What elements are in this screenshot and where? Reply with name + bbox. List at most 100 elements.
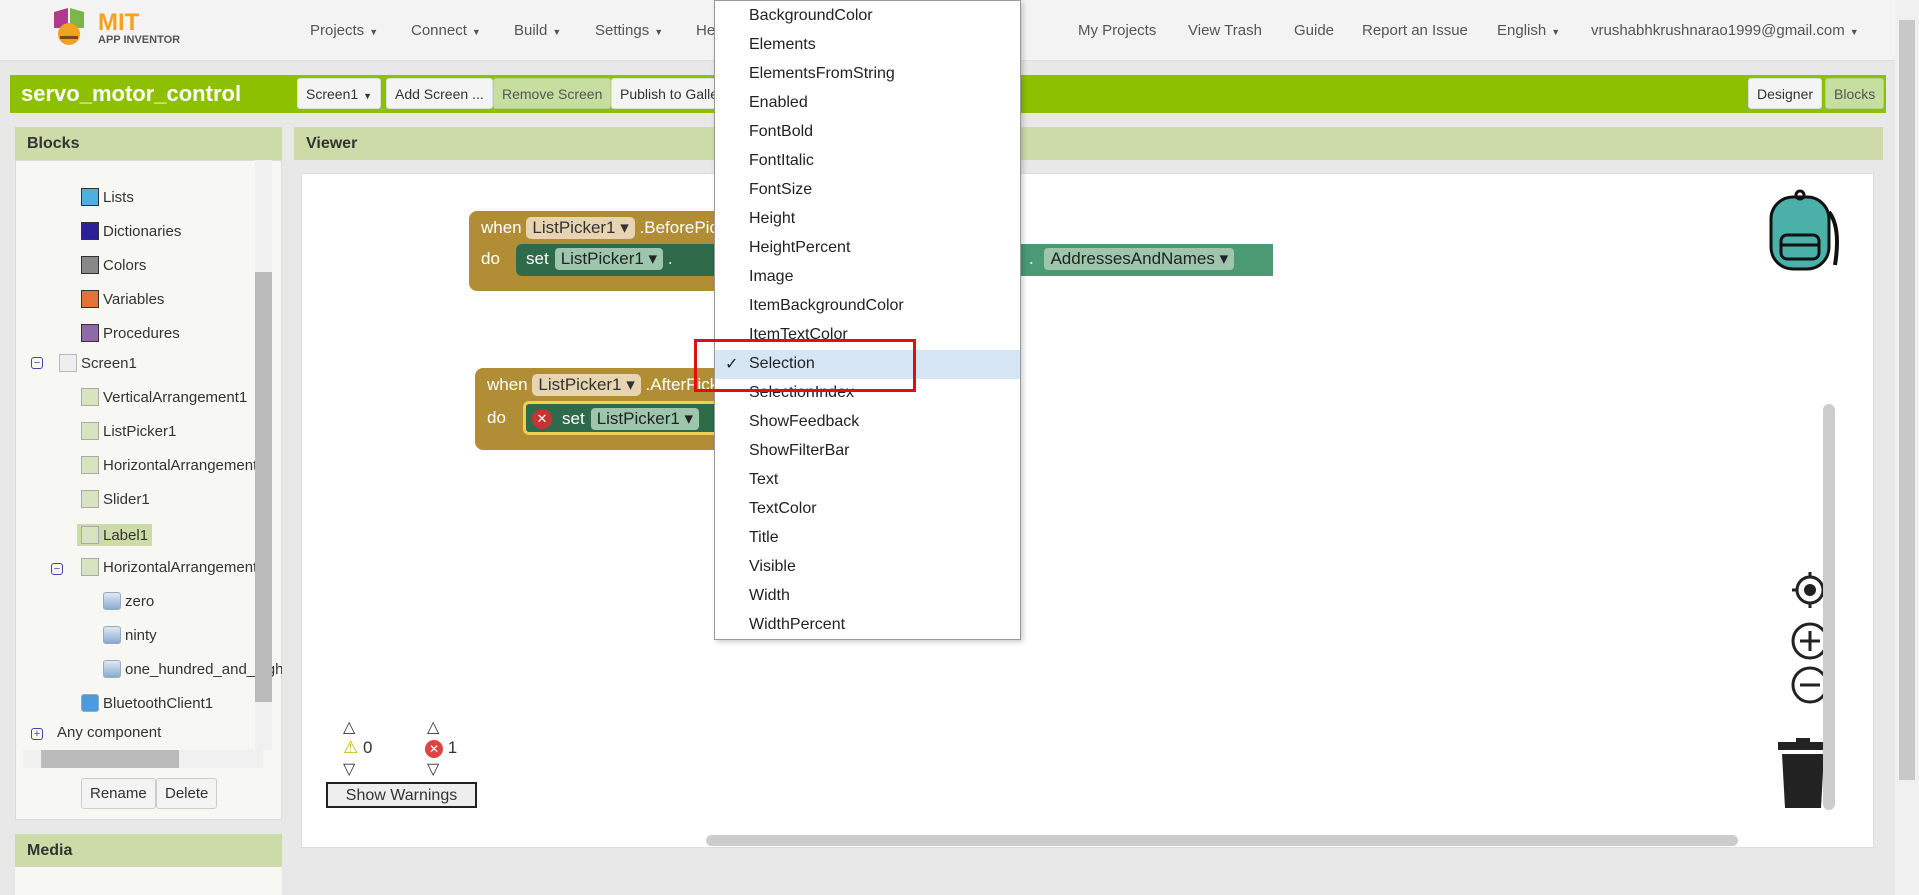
builtin-lists[interactable]: Lists bbox=[81, 188, 134, 206]
add-screen-button[interactable]: Add Screen ... bbox=[386, 78, 493, 109]
error-prev-arrow[interactable]: △ bbox=[427, 717, 439, 737]
screen-select[interactable]: Screen1 ▼ bbox=[297, 78, 382, 109]
property-dropdown-menu: BackgroundColor Elements ElementsFromStrin… bbox=[714, 0, 1021, 640]
dropdown-item-elementsfromstring[interactable]: ElementsFromString bbox=[715, 60, 1020, 89]
tree-horizontal-arrangement2[interactable]: HorizontalArrangement2 bbox=[81, 558, 266, 576]
drawer-color-icon bbox=[81, 188, 99, 206]
trash-icon[interactable] bbox=[1776, 738, 1830, 810]
tree-horizontal-scrollbar[interactable] bbox=[23, 750, 263, 768]
component-icon bbox=[81, 388, 99, 406]
dropdown-item-heightpercent[interactable]: HeightPercent bbox=[715, 234, 1020, 263]
set-property-block-error[interactable]: ✕ set ListPicker1 ▾ bbox=[523, 401, 723, 435]
dropdown-item-showfilterbar[interactable]: ShowFilterBar bbox=[715, 437, 1020, 466]
builtin-dictionaries[interactable]: Dictionaries bbox=[81, 222, 181, 240]
menu-language[interactable]: English ▼ bbox=[1497, 22, 1560, 39]
dropdown-item-backgroundcolor[interactable]: BackgroundColor bbox=[715, 2, 1020, 31]
drawer-color-icon bbox=[81, 290, 99, 308]
link-view-trash[interactable]: View Trash bbox=[1188, 22, 1262, 39]
dropdown-item-showfeedback[interactable]: ShowFeedback bbox=[715, 408, 1020, 437]
tree-component[interactable]: Slider1 bbox=[81, 490, 150, 508]
error-count: ✕ 1 bbox=[425, 738, 457, 758]
error-next-arrow[interactable]: ▽ bbox=[427, 759, 439, 779]
tree-bluetooth-client[interactable]: BluetoothClient1 bbox=[81, 694, 213, 712]
menu-projects[interactable]: Projects ▼ bbox=[310, 22, 378, 39]
tree-button[interactable]: zero bbox=[103, 592, 154, 610]
component-icon bbox=[81, 422, 99, 440]
delete-button[interactable]: Delete bbox=[156, 778, 218, 809]
workspace-vertical-scrollbar[interactable] bbox=[1823, 404, 1835, 810]
designer-button[interactable]: Designer bbox=[1748, 78, 1823, 109]
dropdown-item-height[interactable]: Height bbox=[715, 205, 1020, 234]
link-report-issue[interactable]: Report an Issue bbox=[1362, 22, 1468, 39]
blocks-button[interactable]: Blocks bbox=[1825, 78, 1885, 109]
dropdown-item-text[interactable]: Text bbox=[715, 466, 1020, 495]
set-property-block[interactable]: set ListPicker1 ▾ . bbox=[516, 244, 736, 276]
viewer-title: Viewer bbox=[294, 127, 1883, 160]
rename-button[interactable]: Rename bbox=[81, 778, 156, 809]
dropdown-item-fontitalic[interactable]: FontItalic bbox=[715, 147, 1020, 176]
bluetooth-icon bbox=[81, 694, 99, 712]
dropdown-item-width[interactable]: Width bbox=[715, 582, 1020, 611]
component-icon bbox=[81, 526, 99, 544]
error-icon: ✕ bbox=[532, 409, 552, 429]
backpack-icon[interactable] bbox=[1763, 187, 1843, 273]
dropdown-item-visible[interactable]: Visible bbox=[715, 553, 1020, 582]
warning-icon: ⚠ bbox=[343, 738, 359, 757]
menu-build[interactable]: Build ▼ bbox=[514, 22, 561, 39]
warning-prev-arrow[interactable]: △ bbox=[343, 717, 355, 737]
remove-screen-button[interactable]: Remove Screen bbox=[493, 78, 612, 109]
show-warnings-button[interactable]: Show Warnings bbox=[326, 782, 477, 808]
tree-vertical-scrollbar[interactable] bbox=[255, 160, 272, 750]
button-icon bbox=[103, 660, 121, 678]
expand-icon[interactable]: + bbox=[31, 728, 43, 740]
bluetooth-getter-block[interactable]: . AddressesAndNames ▾ bbox=[1021, 244, 1273, 276]
tree-component[interactable]: VerticalArrangement1 bbox=[81, 388, 247, 406]
tree-button[interactable]: ninty bbox=[103, 626, 157, 644]
collapse-icon[interactable]: − bbox=[51, 563, 63, 575]
warning-next-arrow[interactable]: ▽ bbox=[343, 759, 355, 779]
dropdown-item-enabled[interactable]: Enabled bbox=[715, 89, 1020, 118]
project-title: servo_motor_control bbox=[21, 81, 242, 106]
component-dropdown[interactable]: ListPicker1 ▾ bbox=[532, 374, 641, 396]
page-scrollbar[interactable] bbox=[1895, 0, 1919, 895]
builtin-variables[interactable]: Variables bbox=[81, 290, 164, 308]
link-guide[interactable]: Guide bbox=[1294, 22, 1334, 39]
error-icon: ✕ bbox=[425, 740, 443, 758]
tree-component[interactable]: ListPicker1 bbox=[81, 422, 176, 440]
highlight-annotation-box bbox=[694, 339, 916, 392]
tree-any-component[interactable]: Any component bbox=[57, 724, 161, 741]
blocks-panel-title: Blocks bbox=[15, 127, 282, 160]
mit-logo[interactable]: MIT APP INVENTOR bbox=[46, 6, 180, 52]
builtin-colors[interactable]: Colors bbox=[81, 256, 146, 274]
dropdown-item-fontbold[interactable]: FontBold bbox=[715, 118, 1020, 147]
dropdown-item-elements[interactable]: Elements bbox=[715, 31, 1020, 60]
bee-logo-icon bbox=[54, 8, 84, 45]
component-dropdown[interactable]: ListPicker1 ▾ bbox=[526, 217, 635, 239]
media-panel-title: Media bbox=[15, 834, 282, 867]
button-icon bbox=[103, 626, 121, 644]
component-icon bbox=[81, 558, 99, 576]
collapse-icon[interactable]: − bbox=[31, 357, 43, 369]
dropdown-item-title[interactable]: Title bbox=[715, 524, 1020, 553]
dropdown-item-itembackgroundcolor[interactable]: ItemBackgroundColor bbox=[715, 292, 1020, 321]
menu-connect[interactable]: Connect ▼ bbox=[411, 22, 481, 39]
tree-screen1[interactable]: Screen1 bbox=[59, 354, 137, 372]
property-dropdown[interactable]: AddressesAndNames ▾ bbox=[1044, 248, 1235, 270]
menu-account[interactable]: vrushabhkrushnarao1999@gmail.com ▼ bbox=[1591, 22, 1859, 39]
logo-app-inventor: APP INVENTOR bbox=[98, 34, 181, 46]
tree-component[interactable]: Label1 bbox=[77, 524, 153, 546]
component-icon bbox=[81, 490, 99, 508]
builtin-procedures[interactable]: Procedures bbox=[81, 324, 180, 342]
dropdown-item-widthpercent[interactable]: WidthPercent bbox=[715, 611, 1020, 640]
menu-settings[interactable]: Settings ▼ bbox=[595, 22, 663, 39]
drawer-color-icon bbox=[81, 222, 99, 240]
tree-component[interactable]: HorizontalArrangement1 bbox=[81, 456, 266, 474]
workspace-horizontal-scrollbar[interactable] bbox=[706, 835, 1738, 846]
dropdown-item-image[interactable]: Image bbox=[715, 263, 1020, 292]
warning-count: ⚠ 0 bbox=[343, 738, 373, 757]
dropdown-item-textcolor[interactable]: TextColor bbox=[715, 495, 1020, 524]
link-my-projects[interactable]: My Projects bbox=[1078, 22, 1156, 39]
drawer-color-icon bbox=[81, 256, 99, 274]
drawer-color-icon bbox=[81, 324, 99, 342]
dropdown-item-fontsize[interactable]: FontSize bbox=[715, 176, 1020, 205]
